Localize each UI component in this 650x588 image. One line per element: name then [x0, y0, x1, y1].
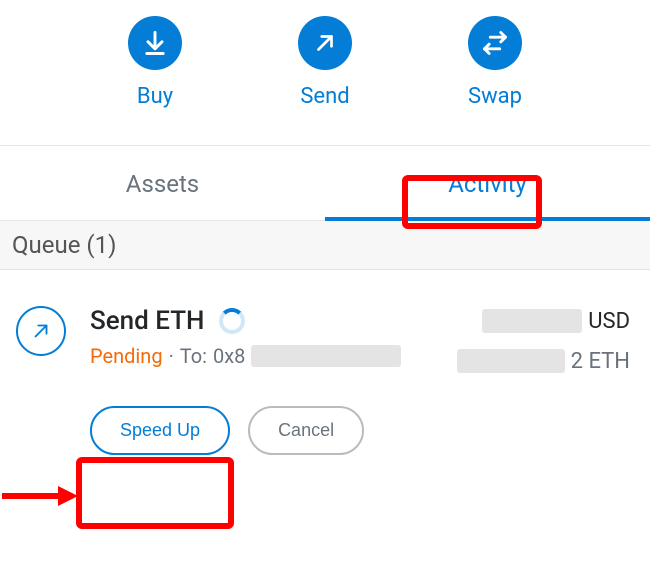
buy-label: Buy	[137, 84, 173, 109]
transaction-row[interactable]: Send ETH Pending · To: 0x8 USD 2 ETH	[0, 270, 650, 376]
transaction-amounts: USD 2 ETH	[450, 306, 630, 376]
speed-up-button[interactable]: Speed Up	[90, 406, 230, 455]
cancel-button[interactable]: Cancel	[248, 406, 364, 455]
to-address-prefix: 0x8	[213, 344, 245, 368]
transaction-actions: Speed Up Cancel	[90, 406, 650, 455]
tab-assets[interactable]: Assets	[0, 146, 325, 220]
quick-actions-row: Buy Send Swap	[0, 0, 650, 139]
tab-bar: Assets Activity	[0, 145, 650, 221]
send-action[interactable]: Send	[280, 16, 370, 109]
annotation-highlight-speedup	[76, 457, 234, 529]
to-label: To:	[180, 344, 207, 368]
transaction-subline: Pending · To: 0x8	[90, 344, 450, 368]
arrow-up-right-icon	[16, 306, 66, 356]
transaction-main: Send ETH Pending · To: 0x8	[90, 306, 450, 368]
separator-dot: ·	[169, 344, 174, 368]
send-label: Send	[300, 84, 349, 109]
swap-action[interactable]: Swap	[450, 16, 540, 109]
download-icon	[128, 16, 182, 70]
buy-action[interactable]: Buy	[110, 16, 200, 109]
transaction-title: Send ETH	[90, 306, 205, 336]
crypto-unit: 2 ETH	[571, 349, 630, 374]
swap-label: Swap	[468, 84, 522, 109]
crypto-amount-redacted	[457, 349, 565, 373]
address-redacted	[251, 345, 401, 367]
annotation-arrow-icon	[0, 484, 78, 508]
queue-header: Queue (1)	[0, 221, 650, 270]
spinner-icon	[219, 308, 245, 334]
swap-icon	[468, 16, 522, 70]
fiat-unit: USD	[588, 309, 630, 334]
tab-activity[interactable]: Activity	[325, 146, 650, 220]
fiat-amount-redacted	[482, 309, 582, 333]
status-badge: Pending	[90, 344, 163, 368]
arrow-up-right-icon	[298, 16, 352, 70]
